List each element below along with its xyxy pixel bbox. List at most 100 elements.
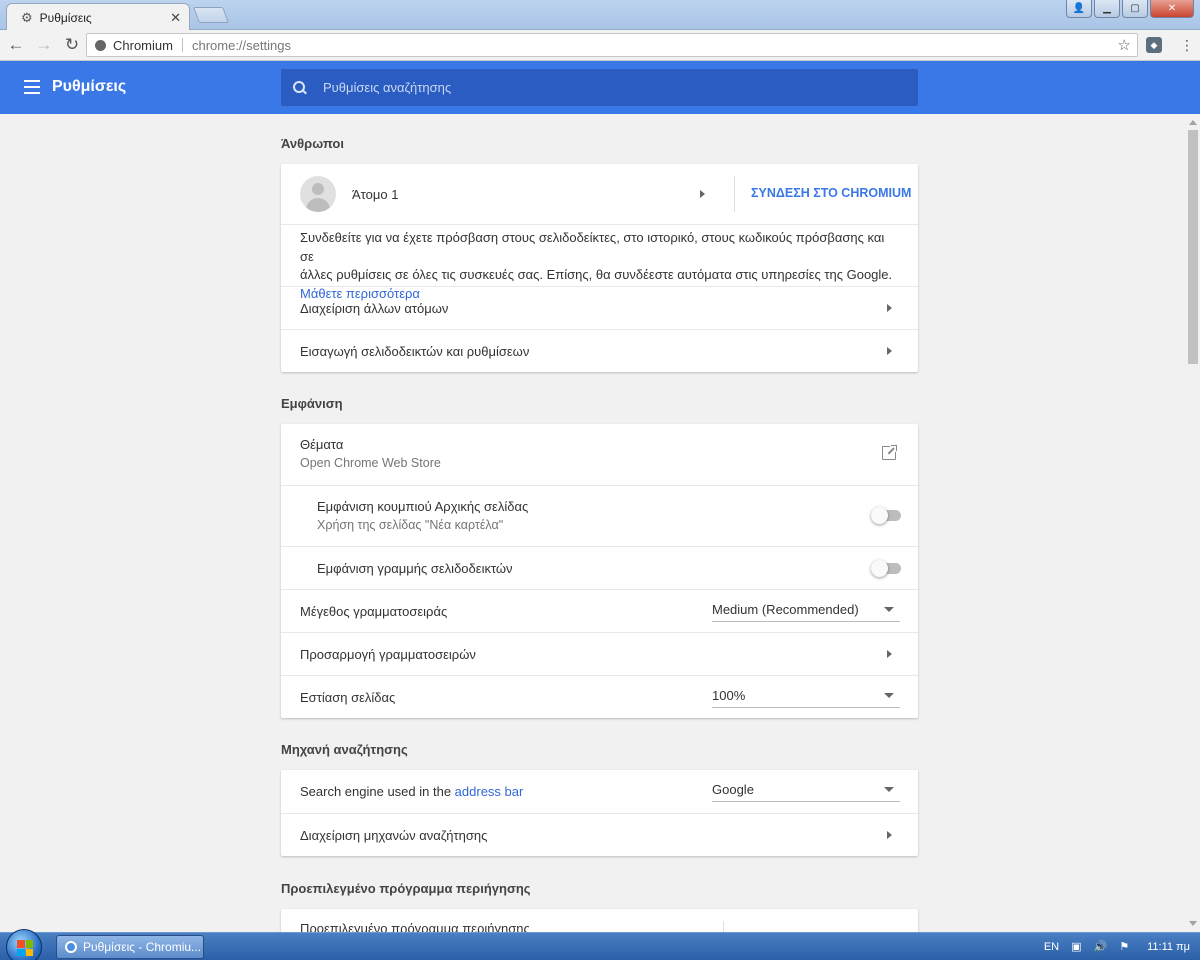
appearance-card: Θέματα Open Chrome Web Store Εμφάνιση κο… — [281, 424, 918, 718]
font-size-label: Μέγεθος γραμματοσειράς — [300, 603, 448, 619]
url-text[interactable]: chrome://settings — [192, 38, 291, 53]
sign-in-button[interactable]: ΣΥΝΔΕΣΗ ΣΤΟ CHROMIUM — [751, 186, 911, 200]
menu-icon[interactable]: ⋮ — [1180, 36, 1194, 54]
profile-icon[interactable]: 👤 — [1066, 0, 1092, 18]
reload-icon[interactable]: ↻ — [60, 33, 84, 57]
action-center-flag-icon[interactable]: ⚑ — [1119, 940, 1129, 953]
window-titlebar: ⚙ Ρυθμίσεις ✕ 👤 ▁ ▢ ✕ — [0, 0, 1200, 31]
scroll-down-icon[interactable] — [1189, 921, 1197, 926]
manage-people-label: Διαχείριση άλλων ατόμων — [300, 300, 449, 316]
section-title-people: Άνθρωποι — [281, 136, 344, 151]
taskbar-item-chromium[interactable]: Ρυθμίσεις - Chromiu... — [56, 935, 204, 959]
font-size-select[interactable]: Medium (Recommended) — [712, 597, 900, 622]
default-browser-label: Προεπιλεγμένο πρόγραμμα περιήγησης — [300, 921, 530, 932]
profile-name: Άτομο 1 — [352, 186, 399, 202]
tab-title: Ρυθμίσεις — [39, 10, 92, 25]
dropdown-caret-icon — [884, 787, 894, 792]
page-zoom-value: 100% — [712, 687, 746, 703]
section-title-default-browser: Προεπιλεγμένο πρόγραμμα περιήγησης — [281, 881, 531, 896]
themes-row[interactable]: Θέματα Open Chrome Web Store — [281, 424, 918, 485]
maximize-button[interactable]: ▢ — [1122, 0, 1148, 18]
home-button-toggle[interactable] — [871, 507, 901, 524]
page-zoom-row: Εστίαση σελίδας 100% — [281, 675, 918, 718]
settings-header: Ρυθμίσεις — [0, 61, 1200, 114]
settings-content: Άνθρωποι Άτομο 1 ΣΥΝΔΕΣΗ ΣΤΟ CHROMIUM Συ… — [0, 114, 1186, 932]
forward-icon[interactable]: → — [32, 33, 56, 57]
network-icon[interactable]: ▣ — [1071, 940, 1081, 953]
section-title-appearance: Εμφάνιση — [281, 396, 343, 411]
default-browser-row: Προεπιλεγμένο πρόγραμμα περιήγησης — [281, 909, 918, 932]
back-icon[interactable]: ← — [4, 33, 28, 57]
clock[interactable]: 11:11 πμ — [1147, 941, 1190, 953]
scrollbar-thumb[interactable] — [1188, 130, 1198, 364]
sign-in-description: Συνδεθείτε για να έχετε πρόσβαση στους σ… — [281, 224, 918, 301]
address-bar[interactable]: Chromium chrome://settings ☆ — [86, 33, 1138, 57]
system-tray: EN ▣ 🔊 ⚑ 11:11 πμ — [1044, 933, 1200, 960]
new-tab-button[interactable] — [193, 7, 229, 23]
home-button-row[interactable]: Εμφάνιση κουμπιού Αρχικής σελίδας Χρήση … — [281, 485, 918, 546]
bookmarks-bar-row[interactable]: Εμφάνιση γραμμής σελιδοδεικτών — [281, 546, 918, 589]
manage-people-row[interactable]: Διαχείριση άλλων ατόμων — [281, 286, 918, 329]
chevron-right-icon — [887, 347, 892, 355]
close-tab-icon[interactable]: ✕ — [170, 10, 181, 26]
divider — [723, 921, 724, 932]
address-bar-link[interactable]: address bar — [455, 784, 524, 799]
search-engine-value: Google — [712, 781, 754, 797]
default-browser-card: Προεπιλεγμένο πρόγραμμα περιήγησης — [281, 909, 918, 932]
profile-arrow-icon[interactable] — [700, 190, 705, 198]
search-icon — [293, 80, 307, 95]
themes-sub: Open Chrome Web Store — [300, 456, 441, 470]
tab-settings[interactable]: ⚙ Ρυθμίσεις ✕ — [6, 3, 190, 31]
section-title-search-engine: Μηχανή αναζήτησης — [281, 742, 408, 757]
volume-icon[interactable]: 🔊 — [1094, 940, 1108, 953]
windows-logo-icon — [17, 940, 33, 956]
window-controls: 👤 ▁ ▢ ✕ — [1066, 0, 1194, 18]
hamburger-menu-icon[interactable] — [24, 80, 40, 94]
avatar — [300, 176, 336, 212]
browser-toolbar: ← → ↻ Chromium chrome://settings ☆ ◆ ⋮ — [0, 30, 1200, 61]
bookmark-star-icon[interactable]: ☆ — [1118, 36, 1131, 54]
manage-search-engines-label: Διαχείριση μηχανών αναζήτησης — [300, 827, 488, 843]
font-size-value: Medium (Recommended) — [712, 601, 859, 617]
page-zoom-label: Εστίαση σελίδας — [300, 689, 396, 705]
vertical-scrollbar[interactable] — [1186, 114, 1200, 932]
external-link-icon[interactable] — [882, 444, 898, 460]
chevron-right-icon — [887, 831, 892, 839]
chevron-right-icon — [887, 304, 892, 312]
description-line-1: Συνδεθείτε για να έχετε πρόσβαση στους σ… — [300, 230, 885, 264]
site-info-icon[interactable] — [95, 39, 106, 51]
site-label: Chromium — [113, 37, 173, 53]
extension-shield-icon[interactable]: ◆ — [1146, 37, 1162, 53]
dropdown-caret-icon — [884, 693, 894, 698]
taskbar-item-label: Ρυθμίσεις - Chromiu... — [83, 940, 202, 954]
home-button-label: Εμφάνιση κουμπιού Αρχικής σελίδας — [317, 499, 529, 514]
scroll-up-icon[interactable] — [1189, 120, 1197, 125]
font-size-row: Μέγεθος γραμματοσειράς Medium (Recommend… — [281, 589, 918, 632]
close-window-button[interactable]: ✕ — [1150, 0, 1194, 18]
description-line-2: άλλες ρυθμίσεις σε όλες τις συσκευές σας… — [300, 267, 893, 282]
profile-row[interactable]: Άτομο 1 ΣΥΝΔΕΣΗ ΣΤΟ CHROMIUM — [281, 164, 918, 224]
language-indicator[interactable]: EN — [1044, 941, 1059, 953]
import-row[interactable]: Εισαγωγή σελιδοδεικτών και ρυθμίσεων — [281, 329, 918, 372]
minimize-button[interactable]: ▁ — [1094, 0, 1120, 18]
search-engine-row: Search engine used in the address bar Go… — [281, 770, 918, 813]
start-button[interactable] — [6, 929, 42, 960]
customize-fonts-label: Προσαρμογή γραμματοσειρών — [300, 646, 476, 662]
dropdown-caret-icon — [884, 607, 894, 612]
customize-fonts-row[interactable]: Προσαρμογή γραμματοσειρών — [281, 632, 918, 675]
omnibox-separator — [181, 38, 183, 52]
chromium-icon — [65, 941, 77, 953]
bookmarks-bar-label: Εμφάνιση γραμμής σελιδοδεικτών — [317, 560, 513, 576]
import-label: Εισαγωγή σελιδοδεικτών και ρυθμίσεων — [300, 343, 530, 359]
settings-search[interactable] — [281, 69, 918, 106]
taskbar: Ρυθμίσεις - Chromiu... EN ▣ 🔊 ⚑ 11:11 πμ — [0, 929, 1200, 960]
page-zoom-select[interactable]: 100% — [712, 683, 900, 708]
search-input[interactable] — [323, 80, 883, 95]
bookmarks-bar-toggle[interactable] — [871, 560, 901, 577]
chevron-right-icon — [887, 650, 892, 658]
page-title: Ρυθμίσεις — [52, 78, 127, 95]
manage-search-engines-row[interactable]: Διαχείριση μηχανών αναζήτησης — [281, 813, 918, 856]
gear-icon: ⚙ — [21, 9, 33, 25]
search-engine-select[interactable]: Google — [712, 777, 900, 802]
people-card: Άτομο 1 ΣΥΝΔΕΣΗ ΣΤΟ CHROMIUM Συνδεθείτε … — [281, 164, 918, 372]
